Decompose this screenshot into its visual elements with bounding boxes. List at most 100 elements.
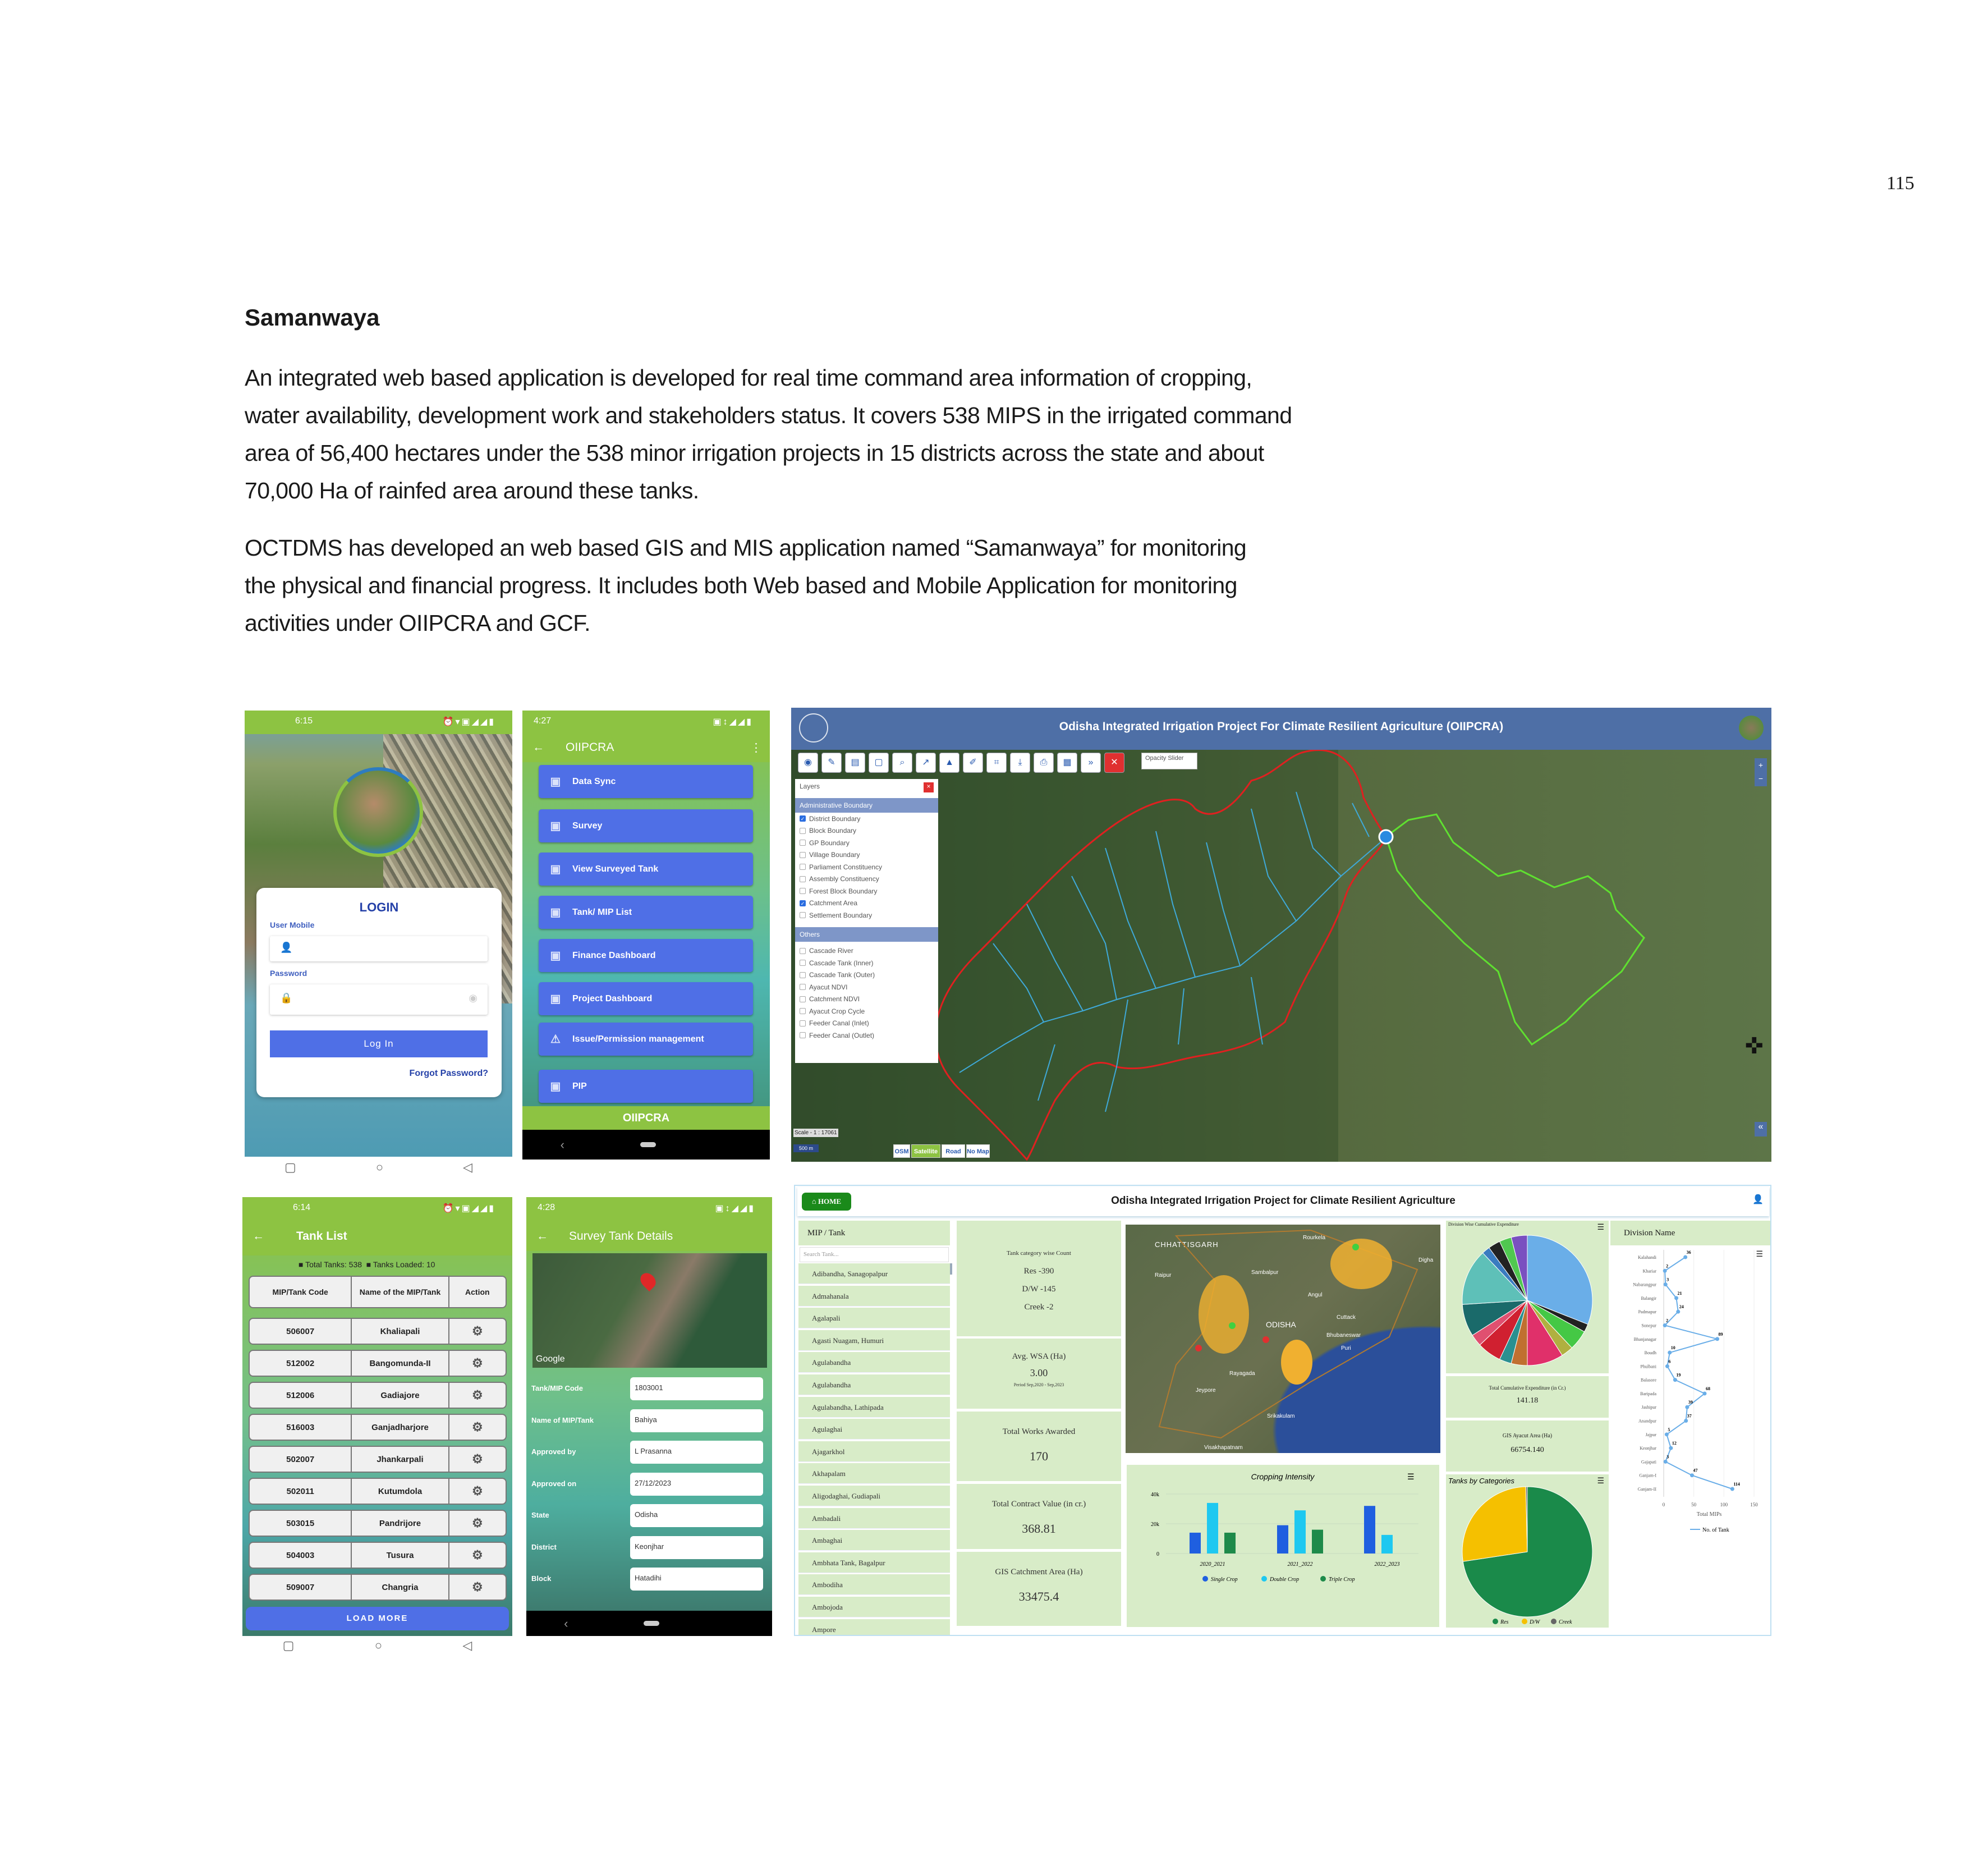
tank-locations-map[interactable]: CHHATTISGARH ODISHA Rourkela Sambalpur R… [1126,1225,1440,1453]
home-pill[interactable] [643,1621,659,1626]
bar-double-crop[interactable] [1207,1502,1218,1553]
zoom-in-button[interactable]: + [1755,758,1767,772]
bar-single-crop[interactable] [1364,1506,1375,1553]
basemap-road[interactable]: Road [942,1144,965,1158]
layer-item[interactable]: Settlement Boundary [795,909,938,922]
mip-list-item[interactable]: Adibandha, Sanagopalpur [798,1263,950,1284]
layer-item[interactable]: ✓ Catchment Area [795,897,938,910]
category-pie-slice[interactable] [1462,1486,1528,1562]
layer-item[interactable]: Village Boundary [795,849,938,861]
recents-icon[interactable]: ▢ [283,1638,295,1653]
layer-checkbox[interactable] [800,996,806,1002]
load-more-button[interactable]: LOAD MORE [246,1607,509,1630]
login-button[interactable]: Log In [270,1030,488,1057]
layer-checkbox[interactable] [800,864,806,870]
mip-list-item[interactable]: Agalapali [798,1308,950,1329]
layer-item[interactable]: Cascade River [795,945,938,957]
layers-icon[interactable]: ◉ [798,753,818,773]
mip-list-item[interactable]: Ambhata Tank, Bagalpur [798,1552,950,1573]
document-icon[interactable]: ▤ [845,753,865,773]
close-tools-icon[interactable]: ✕ [1104,753,1124,773]
mip-list-item[interactable]: Ambadali [798,1507,950,1529]
layer-item[interactable]: Assembly Constituency [795,873,938,886]
layer-checkbox[interactable] [800,947,806,954]
layer-checkbox[interactable] [800,912,806,919]
mip-list-item[interactable]: Akhapalam [798,1463,950,1484]
data-point[interactable] [1685,1405,1689,1409]
menu-button[interactable]: ▣ PIP [539,1070,753,1103]
search-icon[interactable]: ⌕ [892,753,912,773]
layer-item[interactable]: Ayacut Crop Cycle [795,1005,938,1018]
bar-single-crop[interactable] [1190,1532,1201,1553]
field-input[interactable]: Bahiya [630,1409,763,1432]
basemap-no-map[interactable]: No Map [966,1144,990,1158]
layer-item[interactable]: Catchment NDVI [795,993,938,1006]
password-input[interactable]: 🔒 ◉ [270,984,488,1015]
layer-item[interactable]: Cascade Tank (Inner) [795,957,938,969]
menu-button[interactable]: ▣ Tank/ MIP List [539,896,753,929]
field-input[interactable]: Odisha [630,1504,763,1527]
layer-checkbox[interactable] [800,1008,806,1015]
mip-list-item[interactable]: Ampore [798,1619,950,1635]
layer-checkbox[interactable]: ✓ [800,900,806,906]
layer-item[interactable]: Feeder Canal (Inlet) [795,1018,938,1030]
data-point[interactable] [1676,1309,1681,1314]
table-row[interactable]: 512002 Bangomunda-II ⚙ [249,1350,507,1377]
back-arrow-icon[interactable]: ← [532,741,544,754]
layer-item[interactable]: Feeder Canal (Outlet) [795,1029,938,1042]
data-point[interactable] [1669,1446,1673,1450]
field-input[interactable]: Keonjhar [630,1536,763,1559]
back-icon[interactable]: ◁ [462,1638,472,1653]
data-point[interactable] [1689,1473,1694,1478]
field-input[interactable]: 27/12/2023 [630,1472,763,1496]
settings-gear-icon[interactable]: ⚙ [449,1543,506,1568]
layer-checkbox[interactable] [800,984,806,991]
user-icon[interactable]: 👤 [1752,1194,1764,1205]
opacity-slider[interactable]: Opacity Slider [1141,753,1197,769]
bar-double-crop[interactable] [1294,1510,1306,1553]
back-icon[interactable]: ◁ [463,1160,472,1175]
tank-location-map[interactable]: Google [532,1253,767,1368]
measure-icon[interactable]: ✐ [963,753,983,773]
layer-item[interactable]: Parliament Constituency [795,861,938,873]
field-input[interactable]: Hatadihi [630,1568,763,1591]
settings-gear-icon[interactable]: ⚙ [449,1479,506,1504]
menu-button[interactable]: ▣ Survey [539,809,753,842]
layer-checkbox[interactable] [800,827,806,834]
layer-checkbox[interactable] [800,960,806,966]
table-row[interactable]: 503015 Pandrijore ⚙ [249,1510,507,1537]
field-input[interactable]: L Prasanna [630,1441,763,1464]
layer-checkbox[interactable] [800,971,806,978]
settings-gear-icon[interactable]: ⚙ [449,1383,506,1408]
brush-icon[interactable]: ✎ [821,753,842,773]
mip-list-item[interactable]: Agulabandha [798,1374,950,1395]
map-icon[interactable]: ▢ [869,753,889,773]
basemap-satellite[interactable]: Satellite [911,1144,940,1158]
table-row[interactable]: 506007 Khaliapali ⚙ [249,1318,507,1345]
settings-gear-icon[interactable]: ⚙ [449,1351,506,1376]
layer-checkbox[interactable]: ✓ [800,815,806,822]
mip-list-item[interactable]: Agulabandha, Lathipada [798,1396,950,1418]
close-icon[interactable]: × [924,782,934,792]
layer-checkbox[interactable] [800,1032,806,1039]
tank-location-marker[interactable] [1378,829,1394,845]
mip-list-item[interactable]: Ambaghai [798,1530,950,1551]
back-icon[interactable]: ‹ [561,1138,564,1152]
table-row[interactable]: 516003 Ganjadharjore ⚙ [249,1414,507,1441]
settings-gear-icon[interactable]: ⚙ [449,1511,506,1536]
field-input[interactable]: 1803001 [630,1377,763,1400]
polygon-icon[interactable]: ⌗ [986,753,1007,773]
location-pin-icon[interactable] [637,1270,659,1292]
data-point[interactable] [1730,1487,1734,1491]
mip-list-item[interactable]: Ajagarkhol [798,1441,950,1462]
mip-list-item[interactable]: Ambodiha [798,1574,950,1596]
table-row[interactable]: 502011 Kutumdola ⚙ [249,1478,507,1505]
layer-item[interactable]: GP Boundary [795,837,938,849]
basemap-osm[interactable]: OSM [893,1144,910,1158]
mip-list-item[interactable]: Aligodaghai, Gudiapali [798,1486,950,1506]
forward-icon[interactable]: » [1081,753,1101,773]
back-arrow-icon[interactable]: ← [536,1230,548,1243]
collapse-button[interactable]: « [1755,1122,1767,1136]
export-icon[interactable]: ▦ [1057,753,1077,773]
layer-item[interactable]: Cascade Tank (Outer) [795,969,938,982]
